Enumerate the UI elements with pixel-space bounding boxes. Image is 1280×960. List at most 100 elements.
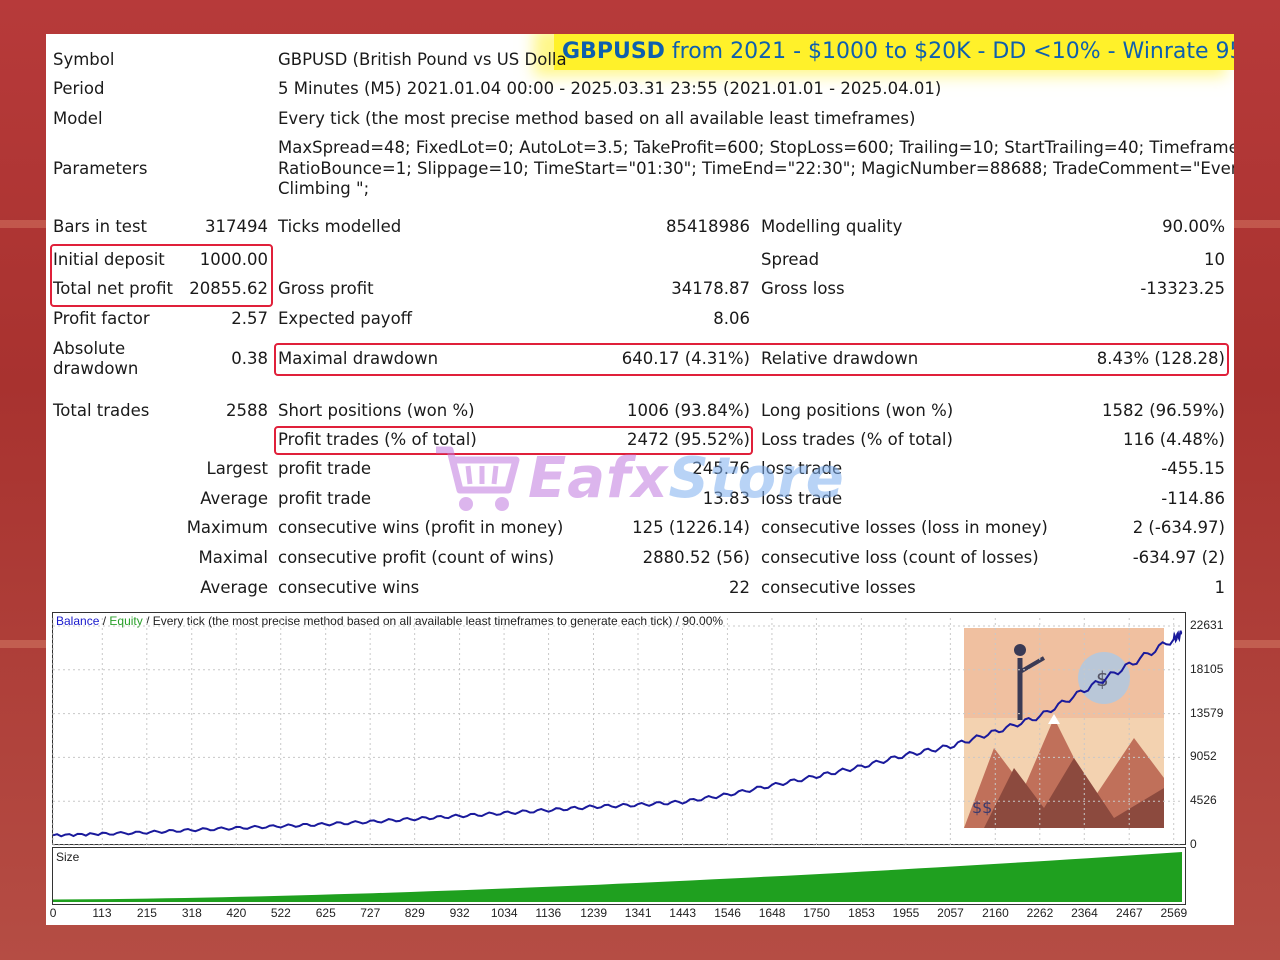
parameters-label: Parameters: [53, 159, 148, 178]
x-tick-label: 625: [315, 906, 336, 920]
x-tick-label: 2057: [937, 906, 964, 920]
max-consecutive-losses-label: consecutive losses (loss in money): [761, 518, 1048, 537]
profit-factor-value: 2.57: [231, 309, 268, 328]
y-tick-label: 22631: [1190, 618, 1224, 632]
chart-header-description: / Every tick (the most precise method ba…: [142, 614, 724, 628]
total-trades-value: 2588: [226, 401, 268, 420]
legend-separator: /: [99, 614, 110, 628]
spread-value: 10: [1204, 250, 1225, 269]
parameters-line-1: MaxSpread=48; FixedLot=0; AutoLot=3.5; T…: [278, 138, 1234, 157]
average-label: Average: [200, 489, 268, 508]
quality-value: 90.00%: [1162, 217, 1225, 236]
mountain-climber-illustration: $ $$: [964, 628, 1164, 828]
x-tick-label: 318: [181, 906, 202, 920]
short-positions-value: 1006 (93.84%): [626, 401, 750, 420]
period-value: 5 Minutes (M5) 2021.01.04 00:00 - 2025.0…: [278, 79, 942, 98]
maximal-consecutive-profit-value: 2880.52 (56): [642, 548, 750, 567]
average-loss-trade-value: -114.86: [1161, 489, 1225, 508]
legend-balance: Balance: [56, 614, 100, 628]
max-consecutive-wins-value: 125 (1226.14): [632, 518, 750, 537]
largest-label: Largest: [206, 459, 269, 478]
svg-text:$: $: [1096, 667, 1109, 691]
absolute-drawdown-value: 0.38: [231, 349, 268, 368]
x-tick-label: 1034: [490, 906, 518, 920]
x-tick-label: 829: [404, 906, 425, 920]
highlight-deposit-profit: [50, 244, 273, 307]
max-consecutive-wins-label: consecutive wins (profit in money): [278, 518, 564, 537]
x-tick-label: 2262: [1026, 906, 1054, 920]
expected-payoff-value: 8.06: [713, 309, 750, 328]
loss-trades-value: 116 (4.48%): [1122, 430, 1225, 449]
maximal-consecutive-loss-value: -634.97 (2): [1132, 548, 1225, 567]
gross-profit-value: 34178.87: [671, 279, 750, 298]
model-label: Model: [53, 109, 103, 128]
long-positions-value: 1582 (96.59%): [1101, 401, 1225, 420]
x-tick-label: 2160: [982, 906, 1009, 920]
loss-trades-label: Loss trades (% of total): [761, 430, 953, 449]
average-consecutive-losses-value: 1: [1214, 578, 1226, 597]
average-consecutive-wins-value: 22: [729, 578, 750, 597]
largest-loss-trade-value: -455.15: [1161, 459, 1225, 478]
gross-loss-label: Gross loss: [761, 279, 845, 298]
average-consecutive-losses-label: consecutive losses: [761, 578, 916, 597]
x-tick-label: 727: [360, 906, 381, 920]
watermark-brand: Eafx: [528, 446, 669, 511]
short-positions-label: Short positions (won %): [278, 401, 475, 420]
highlight-profit-trades: [274, 426, 753, 455]
legend-equity: Equity: [109, 614, 143, 628]
y-tick-label: 18105: [1190, 661, 1224, 676]
x-tick-label: 1136: [535, 906, 562, 920]
average-profit-trade-value: 13.83: [702, 489, 750, 508]
x-tick-label: 1546: [714, 906, 741, 920]
strategy-tester-report: GBPUSD from 2021 - $1000 to $20K - DD <1…: [46, 34, 1234, 925]
x-tick-label: 932: [449, 906, 470, 920]
symbol-label: Symbol: [53, 50, 115, 69]
maximal-consecutive-loss-label: consecutive loss (count of losses): [761, 548, 1039, 567]
x-tick-label: 2364: [1071, 906, 1098, 920]
x-tick-label: 1955: [892, 906, 920, 920]
y-tick-label: 9052: [1190, 749, 1217, 764]
long-positions-label: Long positions (won %): [761, 401, 954, 420]
average-consecutive-label: Average: [200, 578, 268, 597]
x-tick-label: 420: [226, 906, 247, 920]
max-consecutive-losses-value: 2 (-634.97): [1132, 518, 1225, 537]
largest-loss-trade-label: loss trade: [761, 459, 843, 478]
headline-text: GBPUSD from 2021 - $1000 to $20K - DD <1…: [562, 38, 1234, 66]
quality-label: Modelling quality: [761, 217, 903, 236]
profit-factor-label: Profit factor: [53, 309, 150, 328]
average-consecutive-wins-label: consecutive wins: [278, 578, 420, 597]
absolute-drawdown-label-1: Absolute: [53, 339, 126, 358]
y-tick-label: 0: [1190, 837, 1197, 851]
gross-loss-value: -13323.25: [1140, 279, 1225, 298]
size-chart-frame: [52, 847, 1186, 905]
x-tick-label: 1341: [624, 906, 652, 920]
ticks-label: Ticks modelled: [278, 217, 402, 236]
x-tick-label: 2467: [1116, 906, 1143, 920]
parameters-line-3: Climbing ";: [278, 179, 370, 198]
average-loss-trade-label: loss trade: [761, 489, 843, 508]
highlight-drawdown: [274, 343, 1229, 376]
svg-text:$$: $$: [972, 798, 992, 817]
bars-label: Bars in test: [53, 217, 148, 236]
expected-payoff-label: Expected payoff: [278, 309, 413, 328]
absolute-drawdown-label-2: drawdown: [53, 359, 139, 378]
bars-value: 317494: [205, 217, 268, 236]
model-value: Every tick (the most precise method base…: [278, 109, 916, 128]
ticks-value: 85418986: [666, 217, 750, 236]
y-tick-label: 13579: [1190, 705, 1224, 720]
x-tick-label: 2569: [1160, 906, 1188, 920]
maximum-label: Maximum: [186, 518, 268, 537]
size-label: Size: [56, 850, 80, 864]
largest-profit-trade-value: 245.76: [692, 459, 750, 478]
total-trades-label: Total trades: [53, 401, 150, 420]
average-profit-trade-label: profit trade: [278, 489, 372, 508]
x-tick-label: 1750: [803, 906, 830, 920]
chart-header: Balance / Equity / Every tick (the most …: [56, 614, 723, 628]
maximal-consecutive-profit-label: consecutive profit (count of wins): [278, 548, 555, 567]
largest-profit-trade-label: profit trade: [278, 459, 372, 478]
x-tick-label: 522: [270, 906, 291, 920]
gross-profit-label: Gross profit: [278, 279, 374, 298]
symbol-value: GBPUSD (British Pound vs US Dolla: [278, 50, 567, 69]
x-tick-label: 215: [136, 906, 157, 920]
headline-pair: GBPUSD: [562, 39, 665, 64]
